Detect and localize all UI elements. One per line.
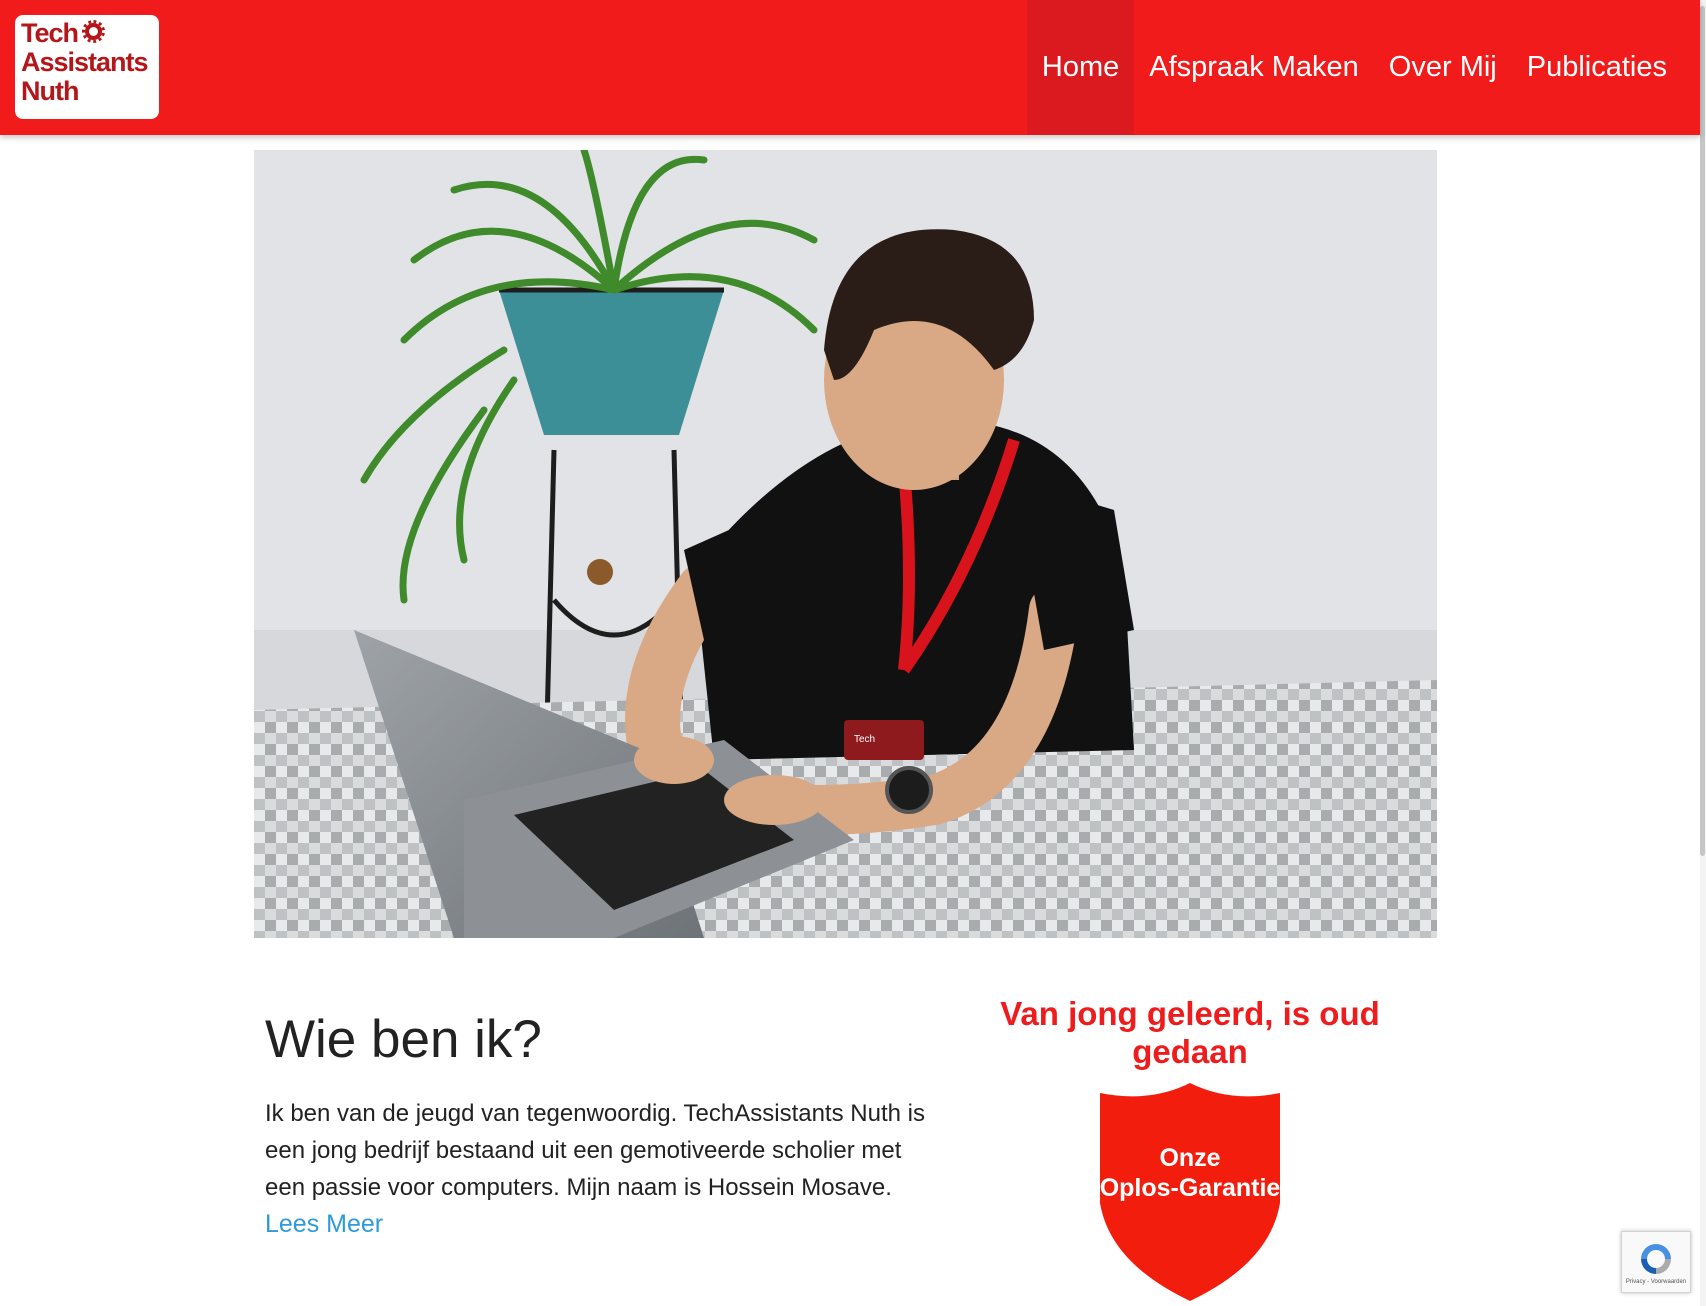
hero-illustration: Tech: [254, 150, 1437, 938]
intro-heading: Wie ben ik?: [265, 1010, 542, 1069]
page: Tech Assistants Nuth Home Afspraak Maken…: [0, 0, 1706, 1306]
slogan: Van jong geleerd, is oud gedaan: [1000, 995, 1380, 1070]
intro-text: Ik ben van de jeugd van tegenwoordig. Te…: [265, 1100, 925, 1201]
badge-card-text: Tech: [854, 734, 875, 745]
recaptcha-icon: [1641, 1244, 1671, 1274]
gear-icon: [82, 20, 106, 43]
recaptcha-terms[interactable]: Privacy - Voorwaarden: [1622, 1279, 1690, 1285]
nav-publicaties[interactable]: Publicaties: [1512, 0, 1682, 135]
guarantee-badge-text: Onze Oplos-Garantie: [1090, 1143, 1290, 1203]
hero-image: Tech: [254, 150, 1437, 938]
logo-line-1: Tech: [21, 19, 153, 48]
nav-home[interactable]: Home: [1026, 0, 1135, 135]
main-nav: Home Afspraak Maken Over Mij Publicaties: [1026, 0, 1682, 135]
logo-line-3: Nuth: [21, 76, 79, 106]
nav-afspraak-maken[interactable]: Afspraak Maken: [1134, 0, 1374, 135]
guarantee-line-2: Oplos-Garantie: [1099, 1174, 1281, 1202]
scrollbar-thumb[interactable]: [1700, 6, 1705, 856]
recaptcha-widget[interactable]: Privacy - Voorwaarden: [1621, 1231, 1691, 1293]
intro-section: Wie ben ik? Ik ben van de jeugd van tege…: [265, 1005, 945, 1242]
navbar: Tech Assistants Nuth Home Afspraak Maken…: [0, 0, 1700, 135]
nav-over-mij[interactable]: Over Mij: [1374, 0, 1512, 135]
logo-line-2: Assistants: [21, 47, 149, 77]
guarantee-badge[interactable]: Onze Oplos-Garantie: [1090, 1083, 1290, 1303]
guarantee-section: Van jong geleerd, is oud gedaan Onze Opl…: [980, 995, 1400, 1303]
site-logo[interactable]: Tech Assistants Nuth: [15, 15, 159, 119]
guarantee-line-1: Onze: [1159, 1144, 1221, 1172]
lees-meer-link[interactable]: Lees Meer: [265, 1206, 945, 1242]
scrollbar[interactable]: [1700, 0, 1706, 1306]
